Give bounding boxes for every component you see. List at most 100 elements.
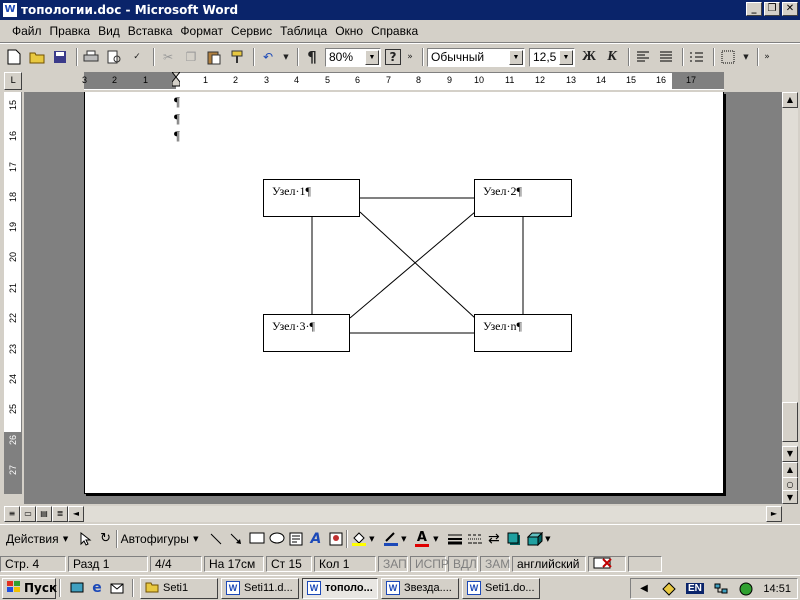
font-size-select[interactable]: 12,5 ▼ [529,47,575,67]
status-track-changes[interactable]: ИСПР [410,556,449,572]
volume-icon[interactable]: ◀ [637,582,651,596]
scroll-up-icon[interactable]: ▲ [782,92,798,108]
style-select[interactable]: Обычный ▼ [427,47,525,67]
menu-file[interactable]: Файл [12,24,42,38]
status-extend[interactable]: ВДЛ [448,556,478,572]
node-box-2[interactable]: Узел·2¶ [474,179,572,217]
clipart-icon[interactable] [329,532,343,546]
start-button[interactable]: Пуск [2,577,57,599]
justify-icon[interactable] [656,47,676,67]
help-button[interactable]: ? [385,49,401,65]
scroll-right-icon[interactable]: ► [766,506,782,522]
vertical-scrollbar[interactable]: ▲ ▼ ▲ ○ ▼ [782,92,798,504]
node-box-n[interactable]: Узел·n¶ [474,314,572,352]
taskbar-item-zvezda-doc[interactable]: W Звезда.... [381,577,459,599]
line-style-icon[interactable] [447,532,462,546]
node-box-3[interactable]: Узел·3·¶ [263,314,350,352]
status-language[interactable]: английский [512,556,586,572]
show-formatting-button[interactable]: ¶ [302,47,322,67]
chevron-down-icon[interactable]: ▼ [365,49,379,65]
menu-format[interactable]: Формат [180,24,223,38]
format-painter-icon[interactable] [227,47,247,67]
3d-icon[interactable] [526,531,544,546]
menu-view[interactable]: Вид [98,24,120,38]
menu-insert[interactable]: Вставка [128,24,173,38]
text-box-icon[interactable] [289,532,303,546]
taskbar-item-topologii-doc[interactable]: W тополо... [302,577,378,599]
toolbar-overflow-icon[interactable]: » [404,47,416,67]
rectangle-tool-icon[interactable] [249,532,265,546]
line-tool-icon[interactable] [209,532,223,546]
menu-edit[interactable]: Правка [50,24,91,38]
tray-app-icon[interactable] [661,581,676,596]
chevron-down-icon[interactable]: ▼ [189,532,203,546]
status-record[interactable]: ЗАП [378,556,408,572]
language-indicator[interactable]: EN [686,583,704,594]
outline-view-icon[interactable]: ≣ [52,506,68,522]
spelling-status-icon[interactable] [588,556,626,572]
scroll-left-icon[interactable]: ◄ [68,506,84,522]
chevron-down-icon[interactable]: ▼ [59,532,73,546]
menu-window[interactable]: Окно [335,24,363,38]
spelling-icon[interactable]: ✓ [127,47,147,67]
print-preview-icon[interactable] [104,47,124,67]
undo-icon[interactable]: ↶ [258,47,278,67]
normal-view-icon[interactable]: ≡ [4,506,20,522]
chevron-down-icon[interactable]: ▼ [541,532,555,546]
status-overtype[interactable]: ЗАМ [480,556,510,572]
zoom-select[interactable]: 80% ▼ [325,47,381,67]
chevron-down-icon[interactable]: ▼ [429,532,443,546]
next-page-icon[interactable]: ▼ [782,490,798,504]
chevron-down-icon[interactable]: ▼ [559,49,573,65]
autoshapes-menu[interactable]: Автофигуры [121,532,189,546]
horizontal-scroll-track[interactable] [84,506,766,522]
outlook-express-icon[interactable] [110,581,124,595]
scroll-thumb[interactable] [782,402,798,442]
select-pointer-icon[interactable] [79,531,93,546]
undo-dropdown-icon[interactable]: ▼ [281,47,291,67]
menu-help[interactable]: Справка [371,24,418,38]
font-color-icon[interactable]: A [414,530,429,547]
align-left-icon[interactable] [633,47,653,67]
print-icon[interactable] [81,47,101,67]
paste-icon[interactable] [204,47,224,67]
borders-dropdown-icon[interactable]: ▼ [741,47,751,67]
bold-button[interactable]: Ж [579,47,599,67]
taskbar-item-seti11-doc[interactable]: W Seti11.d... [221,577,299,599]
tab-selector[interactable]: L [4,72,22,90]
fill-color-icon[interactable] [351,531,366,546]
print-layout-icon[interactable]: ▤ [36,506,52,522]
dash-style-icon[interactable] [467,532,482,546]
open-folder-icon[interactable] [27,47,47,67]
prev-page-icon[interactable]: ▲ [782,462,798,478]
arrow-tool-icon[interactable] [229,532,243,546]
internet-explorer-icon[interactable]: e [90,581,104,595]
menu-tools[interactable]: Сервис [231,24,272,38]
chevron-down-icon[interactable]: ▼ [509,49,523,65]
node-box-1[interactable]: Узел·1¶ [263,179,360,217]
save-icon[interactable] [50,47,70,67]
cut-icon[interactable]: ✂ [158,47,178,67]
toolbar-overflow-icon[interactable]: » [762,47,772,67]
indent-marker-icon[interactable] [170,71,182,90]
scroll-down-icon[interactable]: ▼ [782,446,798,462]
wordart-icon[interactable]: A [309,532,323,546]
minimize-button[interactable]: _ [746,2,762,16]
oval-tool-icon[interactable] [269,532,285,546]
menu-table[interactable]: Таблица [280,24,327,38]
actions-menu[interactable]: Действия [6,532,59,546]
free-rotate-icon[interactable]: ↻ [99,531,113,546]
show-desktop-icon[interactable] [70,581,84,595]
close-button[interactable]: ✕ [782,2,798,16]
arrow-style-icon[interactable]: ⇄ [487,532,501,546]
chevron-down-icon[interactable]: ▼ [365,532,379,546]
antivirus-icon[interactable] [739,582,753,596]
document-page[interactable]: ¶ ¶ ¶ Узел·1¶ Узел·2¶ Узел·3·¶ Узел·n¶ [84,92,724,494]
copy-icon[interactable]: ❐ [181,47,201,67]
line-color-icon[interactable] [383,531,398,546]
borders-icon[interactable] [718,47,738,67]
shadow-icon[interactable] [507,532,521,546]
taskbar-item-seti1-folder[interactable]: Seti1 [140,577,218,599]
numbered-list-icon[interactable] [687,47,707,67]
restore-button[interactable]: ❐ [764,2,780,16]
